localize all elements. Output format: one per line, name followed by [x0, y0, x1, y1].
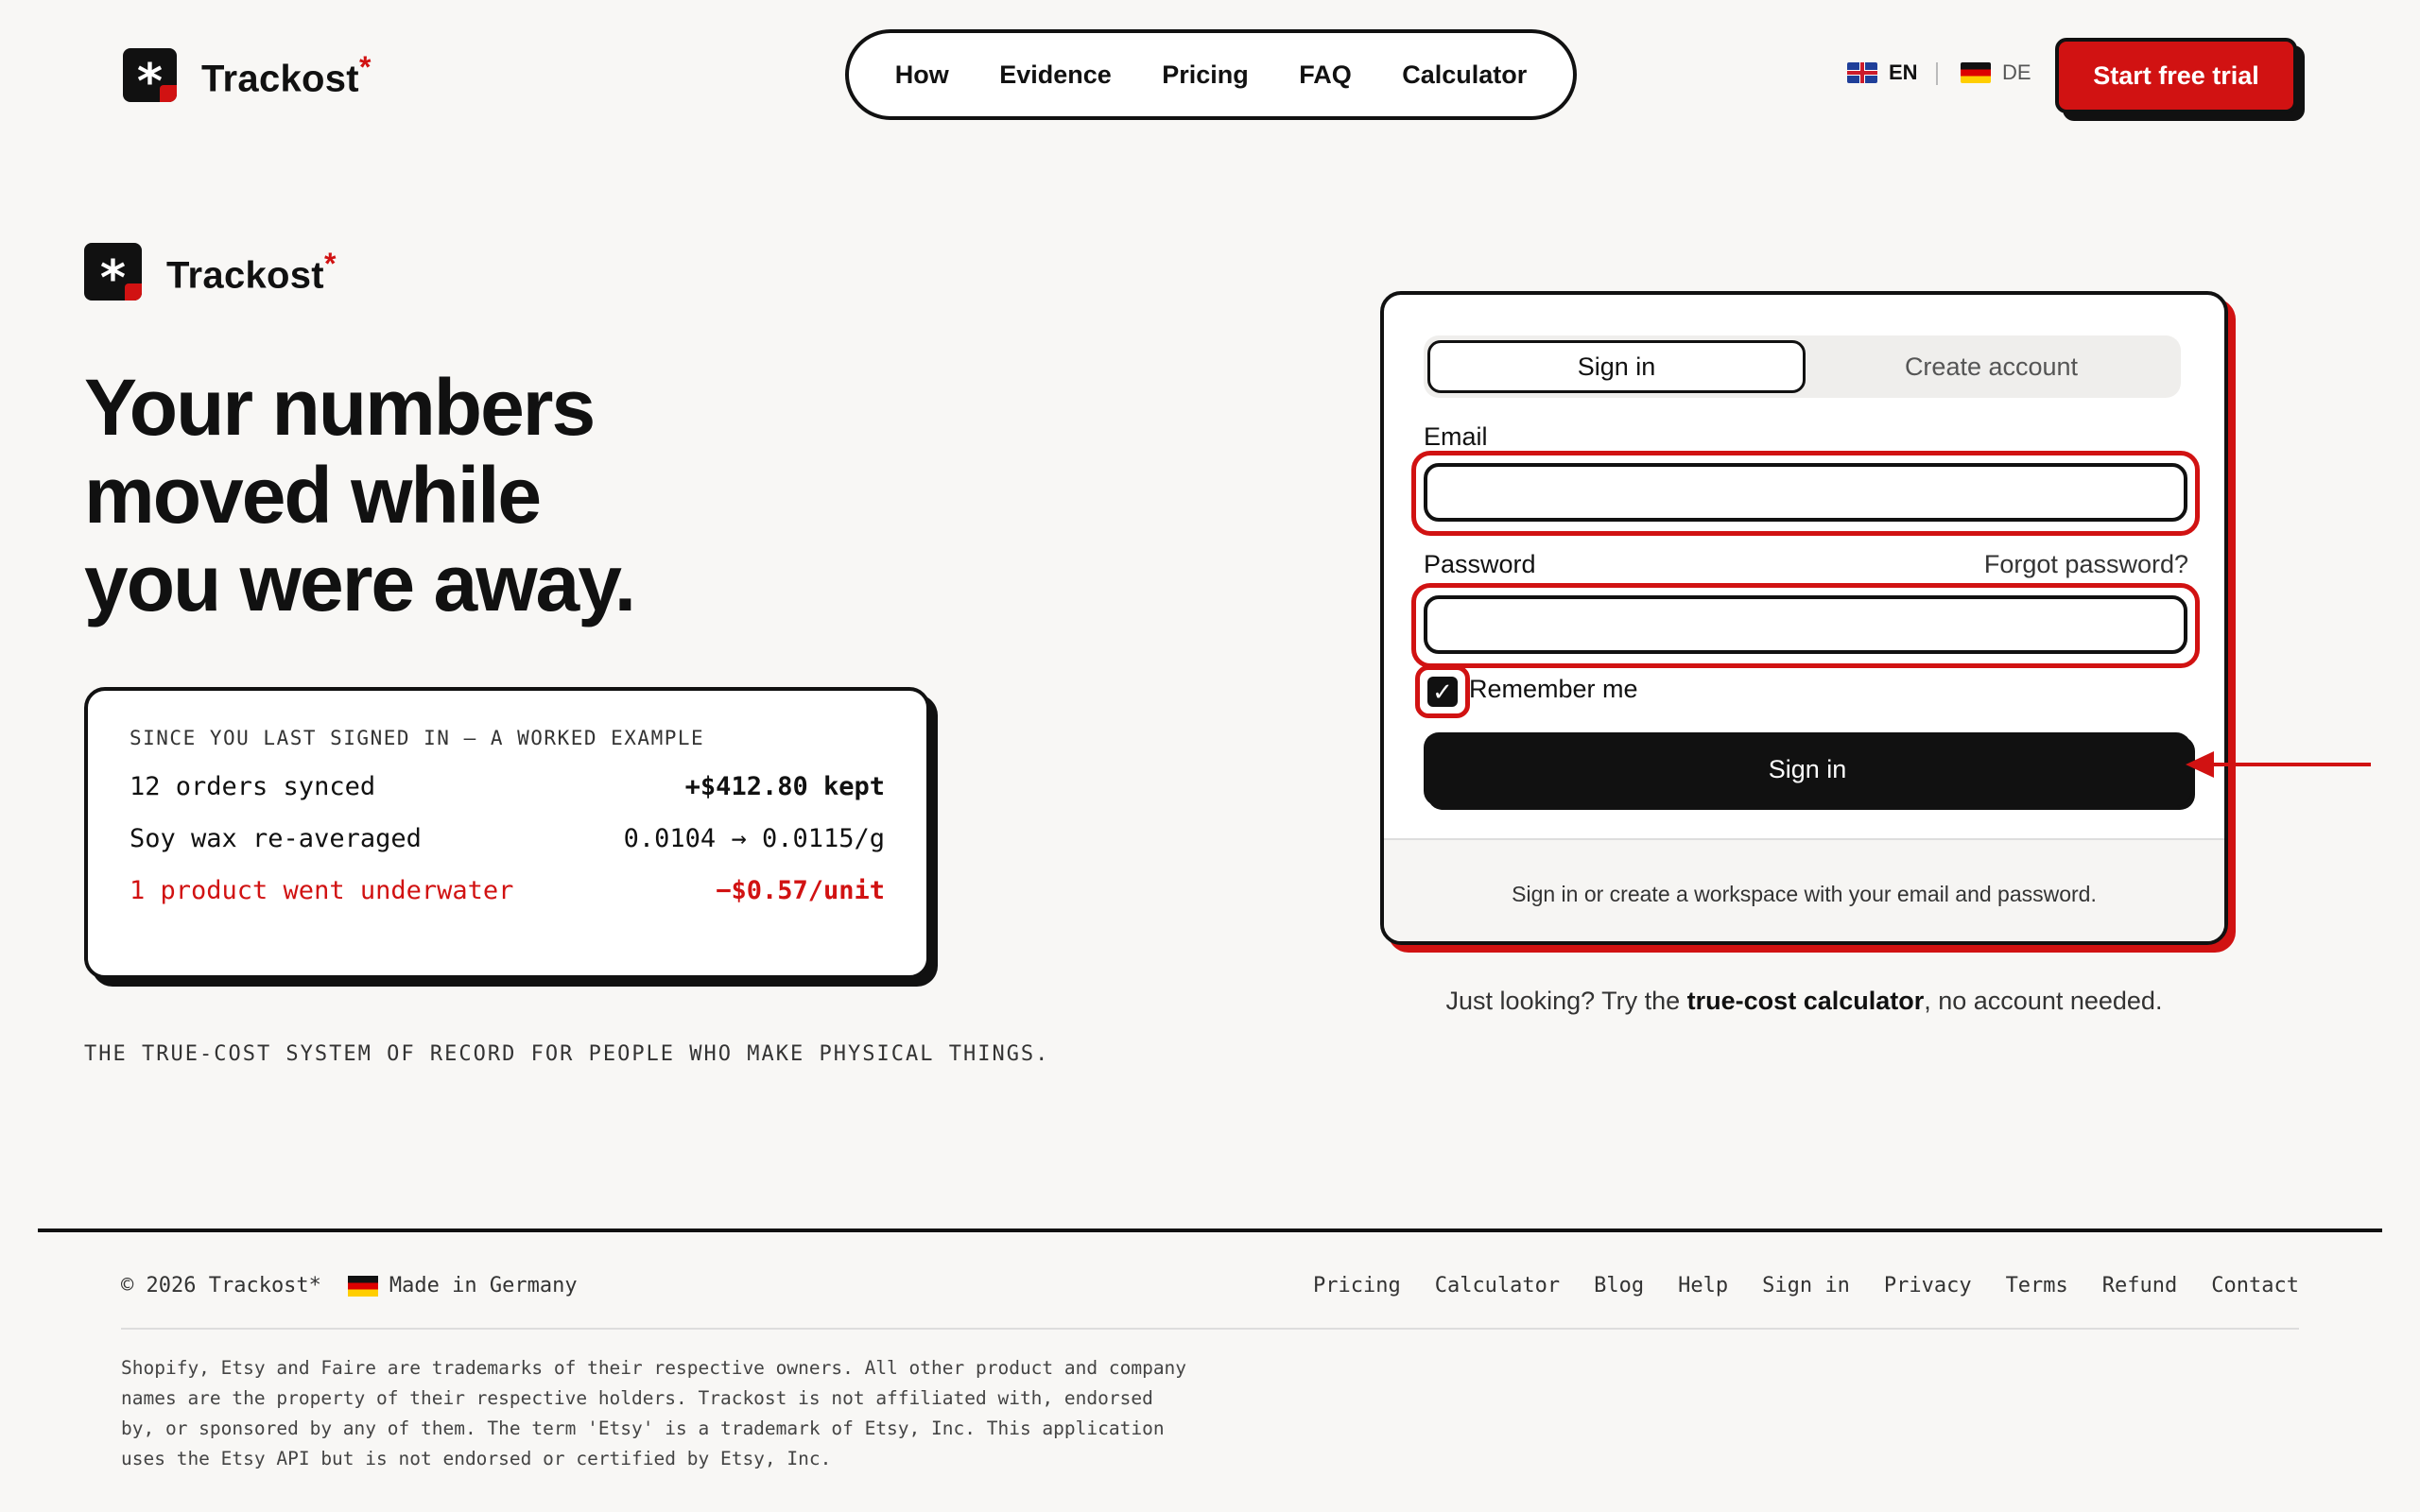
flag-uk-icon — [1847, 62, 1877, 83]
asterisk-logo-icon: * — [84, 243, 142, 301]
password-label: Password — [1424, 550, 1536, 578]
remember-me-label[interactable]: Remember me — [1469, 675, 1638, 704]
example-row-value: +$412.80 kept — [684, 772, 885, 801]
just-looking-note: Just looking? Try the true-cost calculat… — [1380, 987, 2228, 1016]
auth-footer-note: Sign in or create a workspace with your … — [1512, 882, 2097, 906]
asterisk-logo-icon: * — [123, 48, 177, 102]
footer-link-help[interactable]: Help — [1678, 1274, 1728, 1297]
brand-name-text: Trackost — [201, 58, 359, 100]
just-looking-prefix: Just looking? Try the — [1445, 987, 1687, 1015]
legal-line: by, or sponsored by any of them. The ter… — [121, 1418, 1165, 1439]
made-in-germany: Made in Germany — [389, 1274, 578, 1297]
just-looking-suffix: , no account needed. — [1924, 987, 2163, 1015]
header-brand[interactable]: * Trackost* — [123, 48, 372, 102]
footer-link-contact[interactable]: Contact — [2211, 1274, 2299, 1297]
example-caption: SINCE YOU LAST SIGNED IN — A WORKED EXAM… — [130, 727, 705, 749]
remember-me-checkbox[interactable]: ✓ — [1427, 677, 1458, 707]
hero-brand-name-text: Trackost — [166, 254, 324, 297]
example-row-label: 1 product went underwater — [130, 876, 514, 905]
hero-brand-name: Trackost* — [166, 247, 337, 297]
headline-line-3: you were away. — [84, 539, 636, 627]
footer-inner-divider — [121, 1328, 2299, 1330]
footer-divider — [38, 1228, 2382, 1232]
footer-link-privacy[interactable]: Privacy — [1884, 1274, 1972, 1297]
legal-line: uses the Etsy API but is not endorsed or… — [121, 1448, 832, 1469]
footer-link-calculator[interactable]: Calculator — [1435, 1274, 1560, 1297]
auth-tabs: Sign in Create account — [1424, 335, 2181, 398]
hero-brand: * Trackost* — [84, 243, 337, 301]
auth-card-footer: Sign in or create a workspace with your … — [1384, 838, 2224, 941]
footer-link-blog[interactable]: Blog — [1594, 1274, 1644, 1297]
nav-how[interactable]: How — [895, 60, 949, 90]
example-row-wax: Soy wax re-averaged 0.0104 → 0.0115/g — [130, 824, 885, 853]
hero-tagline: THE TRUE-COST SYSTEM OF RECORD FOR PEOPL… — [84, 1042, 1050, 1066]
copyright: © 2026 Trackost* — [121, 1274, 321, 1297]
legal-line: names are the property of their respecti… — [121, 1387, 1153, 1409]
brand-name: Trackost* — [201, 50, 372, 100]
lang-divider — [1936, 62, 1938, 85]
tab-create-account[interactable]: Create account — [1806, 340, 2177, 393]
start-free-trial-button[interactable]: Start free trial — [2055, 38, 2297, 113]
example-row-value: −$0.57/unit — [716, 876, 885, 905]
lang-en-label: EN — [1889, 60, 1918, 84]
footer-link-pricing[interactable]: Pricing — [1313, 1274, 1401, 1297]
site-header: * Trackost* How Evidence Pricing FAQ Cal… — [0, 0, 2420, 151]
lang-de-label: DE — [2002, 60, 2031, 84]
arrow-left-icon — [2186, 751, 2371, 778]
example-row-label: Soy wax re-averaged — [130, 824, 422, 853]
calculator-link[interactable]: true-cost calculator — [1687, 987, 1925, 1015]
email-label: Email — [1424, 422, 1488, 451]
password-field[interactable] — [1424, 595, 2187, 654]
example-row-orders: 12 orders synced +$412.80 kept — [130, 772, 885, 801]
sign-in-button[interactable]: Sign in — [1424, 732, 2191, 806]
example-row-label: 12 orders synced — [130, 772, 376, 801]
brand-star: * — [358, 49, 372, 84]
tab-sign-in[interactable]: Sign in — [1427, 340, 1806, 393]
footer-link-refund[interactable]: Refund — [2102, 1274, 2177, 1297]
headline-line-2: moved while — [84, 451, 542, 540]
worked-example-card: SINCE YOU LAST SIGNED IN — A WORKED EXAM… — [84, 687, 930, 979]
footer-links: Pricing Calculator Blog Help Sign in Pri… — [1279, 1274, 2299, 1297]
footer-link-sign-in[interactable]: Sign in — [1762, 1274, 1850, 1297]
legal-line: Shopify, Etsy and Faire are trademarks o… — [121, 1357, 1187, 1379]
hero-brand-star: * — [323, 246, 337, 281]
email-field[interactable] — [1424, 463, 2187, 522]
main-nav: How Evidence Pricing FAQ Calculator — [845, 29, 1577, 120]
nav-calculator[interactable]: Calculator — [1402, 60, 1527, 90]
headline-line-1: Your numbers — [84, 363, 596, 452]
lang-de-option[interactable]: DE — [1961, 60, 2031, 85]
nav-faq[interactable]: FAQ — [1299, 60, 1352, 90]
hero-headline: Your numbers moved while you were away. — [84, 364, 840, 627]
checkmark-icon: ✓ — [1432, 678, 1453, 706]
flag-germany-icon — [1961, 62, 1991, 83]
footer-link-terms[interactable]: Terms — [2006, 1274, 2068, 1297]
legal-notice: Shopify, Etsy and Faire are trademarks o… — [121, 1353, 1218, 1474]
lang-en-option[interactable]: EN — [1847, 60, 1918, 85]
footer-left: © 2026 Trackost* Made in Germany — [121, 1274, 578, 1297]
forgot-password-link[interactable]: Forgot password? — [1984, 550, 2188, 579]
nav-evidence[interactable]: Evidence — [999, 60, 1112, 90]
nav-pricing[interactable]: Pricing — [1162, 60, 1249, 90]
example-row-value: 0.0104 → 0.0115/g — [623, 824, 885, 853]
example-row-underwater: 1 product went underwater −$0.57/unit — [130, 876, 885, 905]
flag-germany-icon — [347, 1275, 378, 1297]
auth-card: Sign in Create account Email Password Fo… — [1380, 291, 2228, 945]
